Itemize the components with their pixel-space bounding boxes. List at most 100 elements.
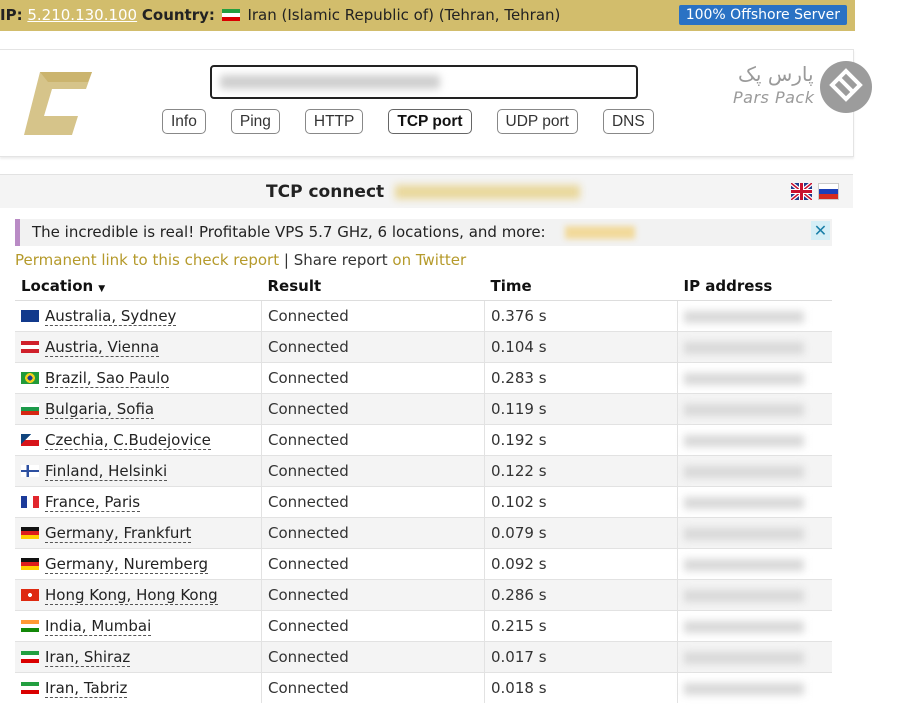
ip-cell [677,362,832,394]
location-cell: Australia, Sydney [15,300,262,332]
ip-cell [677,331,832,363]
location-link[interactable]: Bulgaria, Sofia [45,400,155,419]
share-report-label: Share report [293,251,388,269]
ip-link[interactable]: 5.210.130.100 [27,6,137,24]
offshore-server-button[interactable]: 100% Offshore Server [678,5,847,25]
result-cell: Connected [261,424,485,456]
location-cell: Finland, Helsinki [15,455,262,487]
ip-cell [677,517,832,549]
location-cell: India, Mumbai [15,610,262,642]
location-link[interactable]: France, Paris [45,493,141,512]
location-cell: France, Paris [15,486,262,518]
check-type-tabs: Info Ping HTTP TCP port UDP port DNS [162,109,679,134]
location-link[interactable]: Australia, Sydney [45,307,177,326]
site-logo[interactable] [24,72,92,140]
ip-cell [677,579,832,611]
table-row: Australia, Sydney Connected 0.376 s [15,300,832,332]
tab-info[interactable]: Info [162,109,206,134]
language-switch [789,181,845,202]
table-row: India, Mumbai Connected 0.215 s [15,610,832,642]
table-row: Finland, Helsinki Connected 0.122 s [15,455,832,487]
tab-udp-port[interactable]: UDP port [496,109,578,134]
ip-cell [677,610,832,642]
location-link[interactable]: Iran, Tabriz [45,679,128,698]
results-table: Location ▼ Result Time IP address Austral… [15,272,832,703]
ip-cell [677,486,832,518]
ad-banner[interactable]: The incredible is real! Profitable VPS 5… [15,219,832,246]
ip-blurred [684,620,804,633]
ad-link-blurred[interactable] [565,226,635,239]
ip-blurred [684,496,804,509]
time-cell: 0.092 s [484,548,678,580]
header: Info Ping HTTP TCP port UDP port DNS پارس پک … [0,49,872,157]
host-input[interactable] [210,65,638,99]
country-flag-icon [21,434,39,446]
location-cell: Iran, Tabriz [15,672,262,703]
location-link[interactable]: Austria, Vienna [45,338,160,357]
ad-close-button[interactable]: ✕ [811,221,830,240]
location-link[interactable]: Iran, Shiraz [45,648,131,667]
result-cell: Connected [261,362,485,394]
location-link[interactable]: Finland, Helsinki [45,462,168,481]
country-flag-icon [21,682,39,694]
table-row: Brazil, Sao Paulo Connected 0.283 s [15,362,832,394]
parspack-mark-icon [820,61,872,113]
table-row: Bulgaria, Sofia Connected 0.119 s [15,393,832,425]
time-cell: 0.192 s [484,424,678,456]
host-input-blurred-value [220,75,440,89]
russia-flag-icon[interactable] [818,183,839,200]
section-host-blurred [395,185,580,199]
ip-cell [677,424,832,456]
time-cell: 0.283 s [484,362,678,394]
location-link[interactable]: Czechia, C.Budejovice [45,431,211,450]
country-flag-icon [21,527,39,539]
ip-cell [677,548,832,580]
location-cell: Bulgaria, Sofia [15,393,262,425]
result-cell: Connected [261,641,485,673]
country-flag-icon [21,310,39,322]
location-link[interactable]: Germany, Nuremberg [45,555,209,574]
permanent-link[interactable]: Permanent link to this check report [15,251,279,269]
location-link[interactable]: Hong Kong, Hong Kong [45,586,218,605]
time-cell: 0.122 s [484,455,678,487]
result-cell: Connected [261,610,485,642]
location-link[interactable]: Germany, Frankfurt [45,524,192,543]
location-link[interactable]: India, Mumbai [45,617,152,636]
tab-dns[interactable]: DNS [602,109,654,134]
table-row: Iran, Tabriz Connected 0.018 s [15,672,832,703]
country-flag-icon [21,589,39,601]
time-cell: 0.102 s [484,486,678,518]
ip-blurred [684,403,804,416]
tab-tcp-port[interactable]: TCP port [388,109,472,134]
result-cell: Connected [261,393,485,425]
ad-text: The incredible is real! Profitable VPS 5… [32,223,546,241]
table-row: Austria, Vienna Connected 0.104 s [15,331,832,363]
parspack-logo-fa: پارس پک [738,62,814,86]
country-flag-icon [21,651,39,663]
time-cell: 0.079 s [484,517,678,549]
uk-flag-icon[interactable] [789,181,814,202]
tab-http[interactable]: HTTP [304,109,364,134]
location-cell: Germany, Nuremberg [15,548,262,580]
col-location-header[interactable]: Location ▼ [15,272,262,301]
country-flag-icon [21,465,39,477]
ip-blurred [684,527,804,540]
ip-cell [677,641,832,673]
result-cell: Connected [261,300,485,332]
ip-blurred [684,589,804,602]
country-flag-icon [21,620,39,632]
twitter-link[interactable]: on Twitter [392,251,466,269]
links-separator: | [283,251,289,269]
table-row: France, Paris Connected 0.102 s [15,486,832,518]
ip-cell [677,300,832,332]
location-link[interactable]: Brazil, Sao Paulo [45,369,170,388]
country-flag-icon [21,403,39,415]
ip-cell [677,672,832,703]
results-section: TCP connect The incredible is real! Prof… [0,174,853,715]
ip-label: IP: [0,6,23,24]
result-cell: Connected [261,579,485,611]
col-ip-header: IP address [677,272,832,301]
result-cell: Connected [261,455,485,487]
ip-blurred [684,558,804,571]
tab-ping[interactable]: Ping [230,109,280,134]
